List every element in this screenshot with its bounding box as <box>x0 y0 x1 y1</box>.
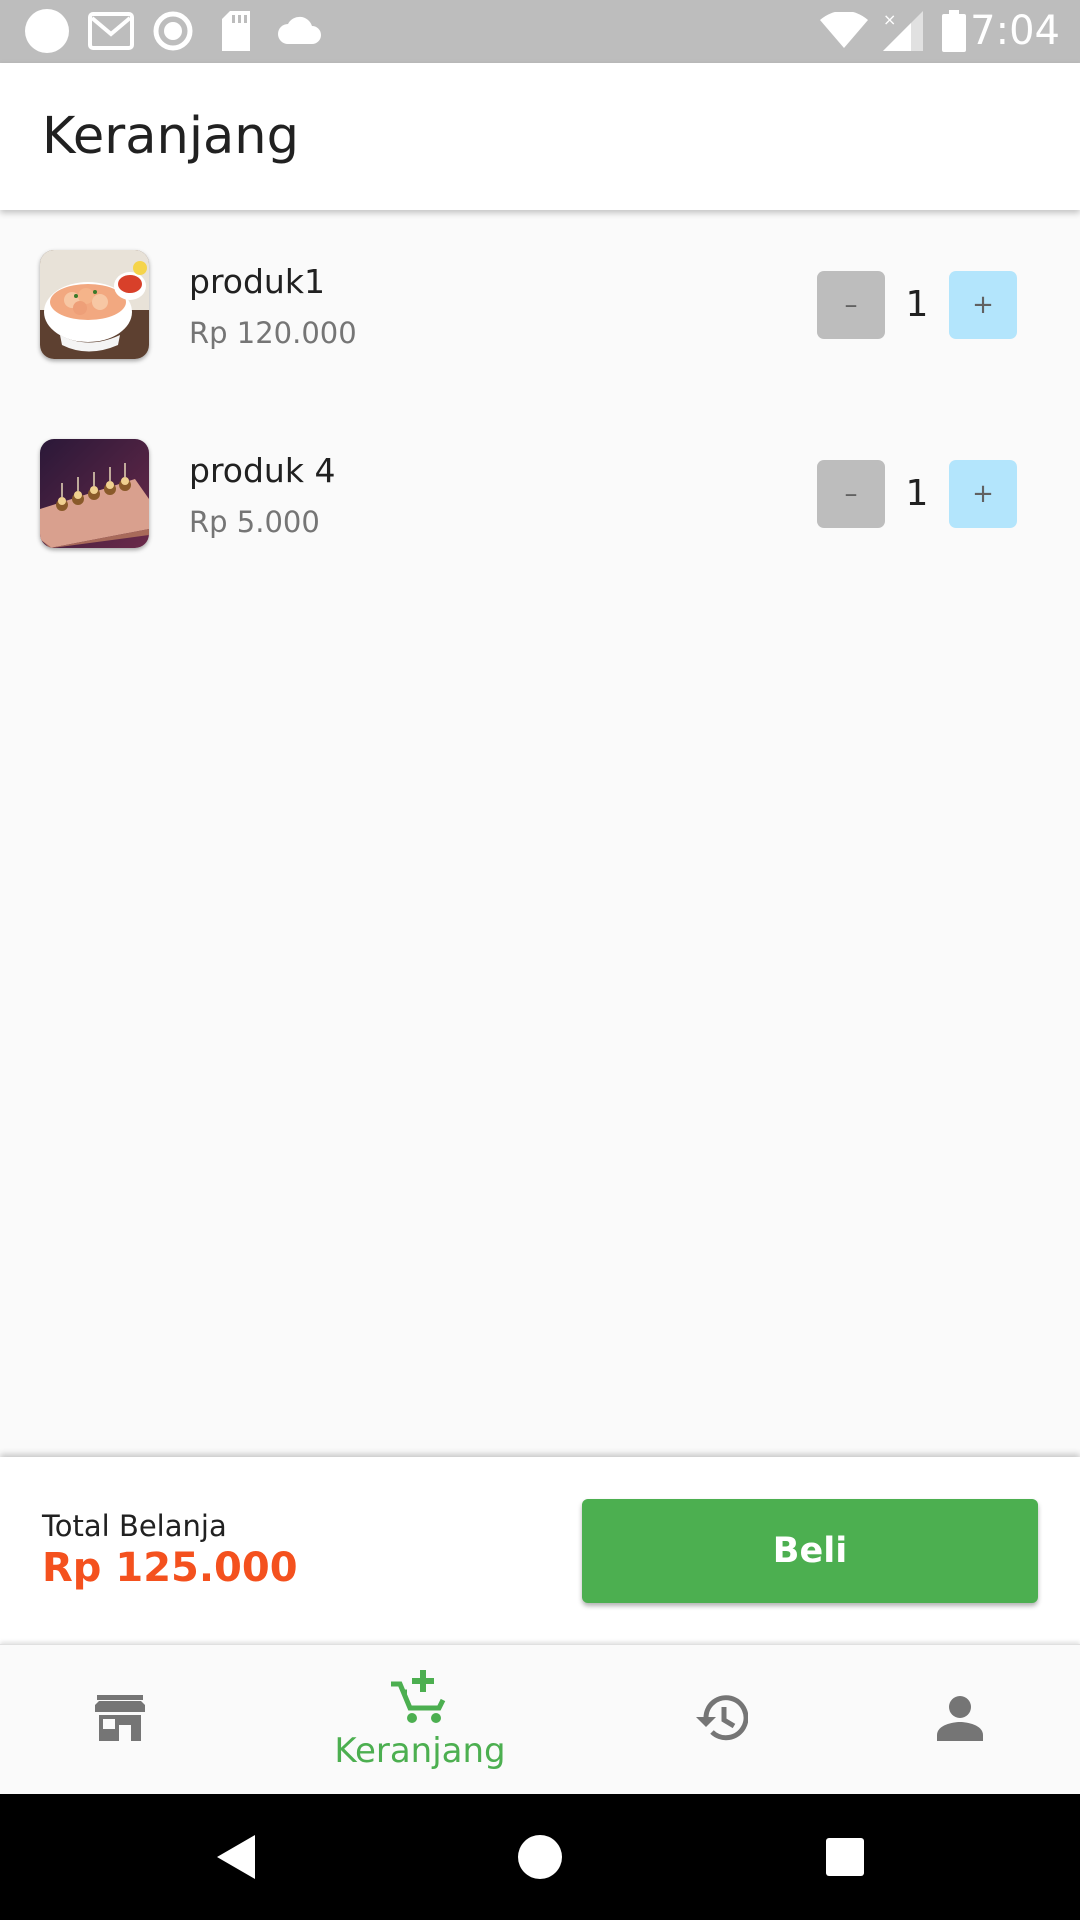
battery-icon <box>940 10 968 52</box>
svg-text:×: × <box>883 11 896 29</box>
signal-icon: × <box>882 10 924 52</box>
system-navigation-bar <box>0 1794 1080 1920</box>
buy-button[interactable]: Beli <box>582 1499 1038 1603</box>
nav-item-label: Keranjang <box>334 1730 506 1771</box>
back-icon[interactable] <box>212 1832 262 1882</box>
product-image-mini-burgers <box>40 439 149 548</box>
circle-icon <box>24 9 70 53</box>
recents-icon[interactable] <box>820 1832 870 1882</box>
history-icon <box>692 1693 749 1748</box>
decrease-quantity-button[interactable]: – <box>817 460 885 528</box>
product-image-shrimp-dish <box>40 250 149 359</box>
wifi-icon <box>820 10 868 52</box>
person-icon <box>937 1695 983 1746</box>
cart-item[interactable]: produk1 Rp 120.000 – 1 + <box>0 220 1080 380</box>
cloud-icon <box>276 10 322 52</box>
cart-add-icon <box>391 1669 449 1729</box>
total-value: Rp 125.000 <box>42 1545 298 1591</box>
quantity-value: 1 <box>905 473 929 514</box>
quantity-value: 1 <box>905 284 929 325</box>
app-bar: Keranjang <box>0 63 1080 210</box>
store-icon <box>95 1694 145 1746</box>
product-name: produk 4 <box>189 451 336 490</box>
gmail-icon <box>88 10 134 52</box>
page-title: Keranjang <box>42 107 299 166</box>
nav-item-cart[interactable]: Keranjang <box>300 1645 540 1795</box>
sd-card-icon <box>218 10 254 52</box>
home-icon[interactable] <box>515 1832 565 1882</box>
status-bar: × 7:04 <box>0 0 1080 63</box>
nav-item-history[interactable] <box>600 1645 840 1795</box>
status-time: 7:04 <box>970 8 1060 54</box>
decrease-quantity-button[interactable]: – <box>817 271 885 339</box>
cart-item[interactable]: produk 4 Rp 5.000 – 1 + <box>0 409 1080 569</box>
nav-item-profile[interactable] <box>840 1645 1080 1795</box>
increase-quantity-button[interactable]: + <box>949 460 1017 528</box>
product-price: Rp 5.000 <box>189 505 320 539</box>
increase-quantity-button[interactable]: + <box>949 271 1017 339</box>
total-label: Total Belanja <box>42 1509 227 1543</box>
nav-item-store[interactable] <box>0 1645 240 1795</box>
checkout-bar: Total Belanja Rp 125.000 Beli <box>0 1457 1080 1644</box>
product-price: Rp 120.000 <box>189 316 357 350</box>
product-name: produk1 <box>189 262 325 301</box>
record-icon <box>152 10 194 52</box>
bottom-navigation: Keranjang <box>0 1644 1080 1794</box>
